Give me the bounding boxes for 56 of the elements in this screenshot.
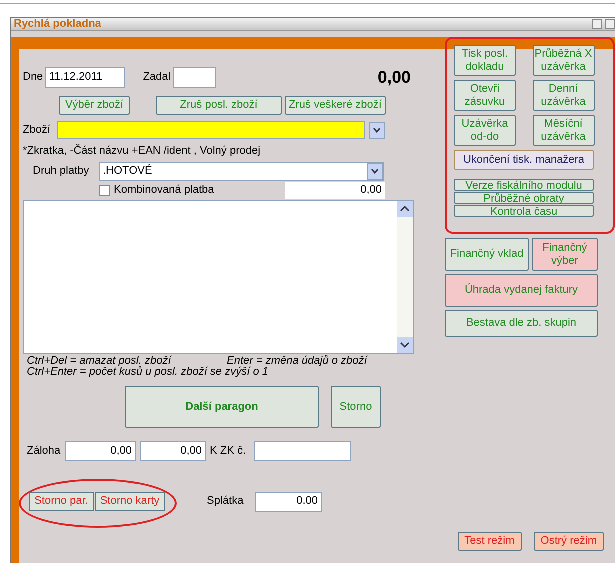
field-label: K ZK č. — [210, 444, 248, 459]
button[interactable]: Ostrý režim — [534, 532, 604, 551]
field-label: Zboží — [23, 122, 52, 138]
button[interactable]: Otevři zásuvku — [454, 80, 516, 111]
dropdown-button[interactable] — [369, 122, 385, 138]
button[interactable]: Denní uzávěrka — [532, 80, 594, 111]
button[interactable]: Zruš veškeré zboží — [285, 96, 386, 115]
button[interactable]: Ukončení tisk. manažera — [454, 150, 594, 170]
input-field[interactable]: 0,00 — [140, 441, 206, 461]
field-label: Zadal — [143, 70, 171, 86]
button[interactable]: Verze fiskálního modulu — [454, 178, 594, 191]
button[interactable]: Další paragon — [125, 386, 319, 428]
window-title: Rychlá pokladna — [14, 18, 102, 30]
button[interactable]: Storno karty — [95, 492, 165, 511]
hint-text: *Zkratka, -Část názvu +EAN /ident , Volný prodej — [23, 145, 262, 158]
chevron-down-icon — [373, 128, 381, 132]
button[interactable]: Bestava dle zb. skupin — [445, 310, 598, 337]
checkbox[interactable] — [99, 185, 110, 196]
minimize-button[interactable] — [592, 19, 602, 29]
scroll-down-icon[interactable] — [397, 337, 413, 353]
button[interactable]: Zruš posl. zboží — [156, 96, 282, 115]
field-label: Splátka — [207, 494, 245, 510]
hint-text: Ctrl+Enter = počet kusů u posl. zboží se zvýší o 1 — [26, 367, 270, 378]
input-field[interactable]: 11.12.2011 — [45, 67, 126, 88]
button[interactable]: Průběžná X uzávěrka — [532, 45, 594, 76]
field-label: Druh platby — [33, 164, 90, 179]
button[interactable]: Výběr zboží — [59, 96, 130, 115]
dropdown-button[interactable] — [367, 162, 383, 180]
input-field[interactable] — [172, 67, 216, 88]
scrollbar[interactable] — [397, 201, 413, 353]
chevron-down-icon — [371, 168, 379, 174]
button[interactable]: Finančný výber — [532, 238, 598, 271]
field-label: Záloha — [27, 444, 62, 459]
hint-text: Ctrl+Del = amazat posl. zboží — [27, 356, 173, 367]
input-field[interactable]: 0,00 — [285, 182, 385, 199]
payment-select[interactable]: .HOTOVÉ — [99, 162, 384, 180]
button[interactable]: Úhrada vydanej faktury — [445, 274, 598, 307]
scroll-up-icon[interactable] — [397, 201, 413, 217]
button[interactable]: Test režim — [458, 532, 522, 551]
hint-text: Enter = změna údajů o zboží — [227, 356, 368, 367]
button[interactable]: Měsíční uzávěrka — [532, 115, 594, 146]
button[interactable]: Storno par. — [29, 492, 94, 511]
button[interactable]: Uzávěrka od-do — [454, 115, 516, 146]
maximize-button[interactable] — [605, 19, 615, 29]
button[interactable]: Storno — [331, 386, 381, 428]
input-field[interactable]: 0,00 — [65, 441, 136, 461]
button[interactable]: Průběžné obraty — [454, 192, 594, 204]
input-field[interactable] — [57, 121, 365, 139]
button[interactable]: Tisk posl. dokladu — [454, 45, 516, 76]
total-amount: 0,00 — [378, 66, 411, 89]
input-field[interactable]: 0.00 — [255, 492, 322, 512]
button[interactable]: Finančný vklad — [445, 238, 529, 271]
button[interactable]: Kontrola času — [454, 204, 594, 217]
checkbox-label: Kombinovaná platba — [114, 183, 216, 198]
input-field[interactable] — [254, 441, 351, 461]
field-label: Dne — [23, 70, 44, 86]
